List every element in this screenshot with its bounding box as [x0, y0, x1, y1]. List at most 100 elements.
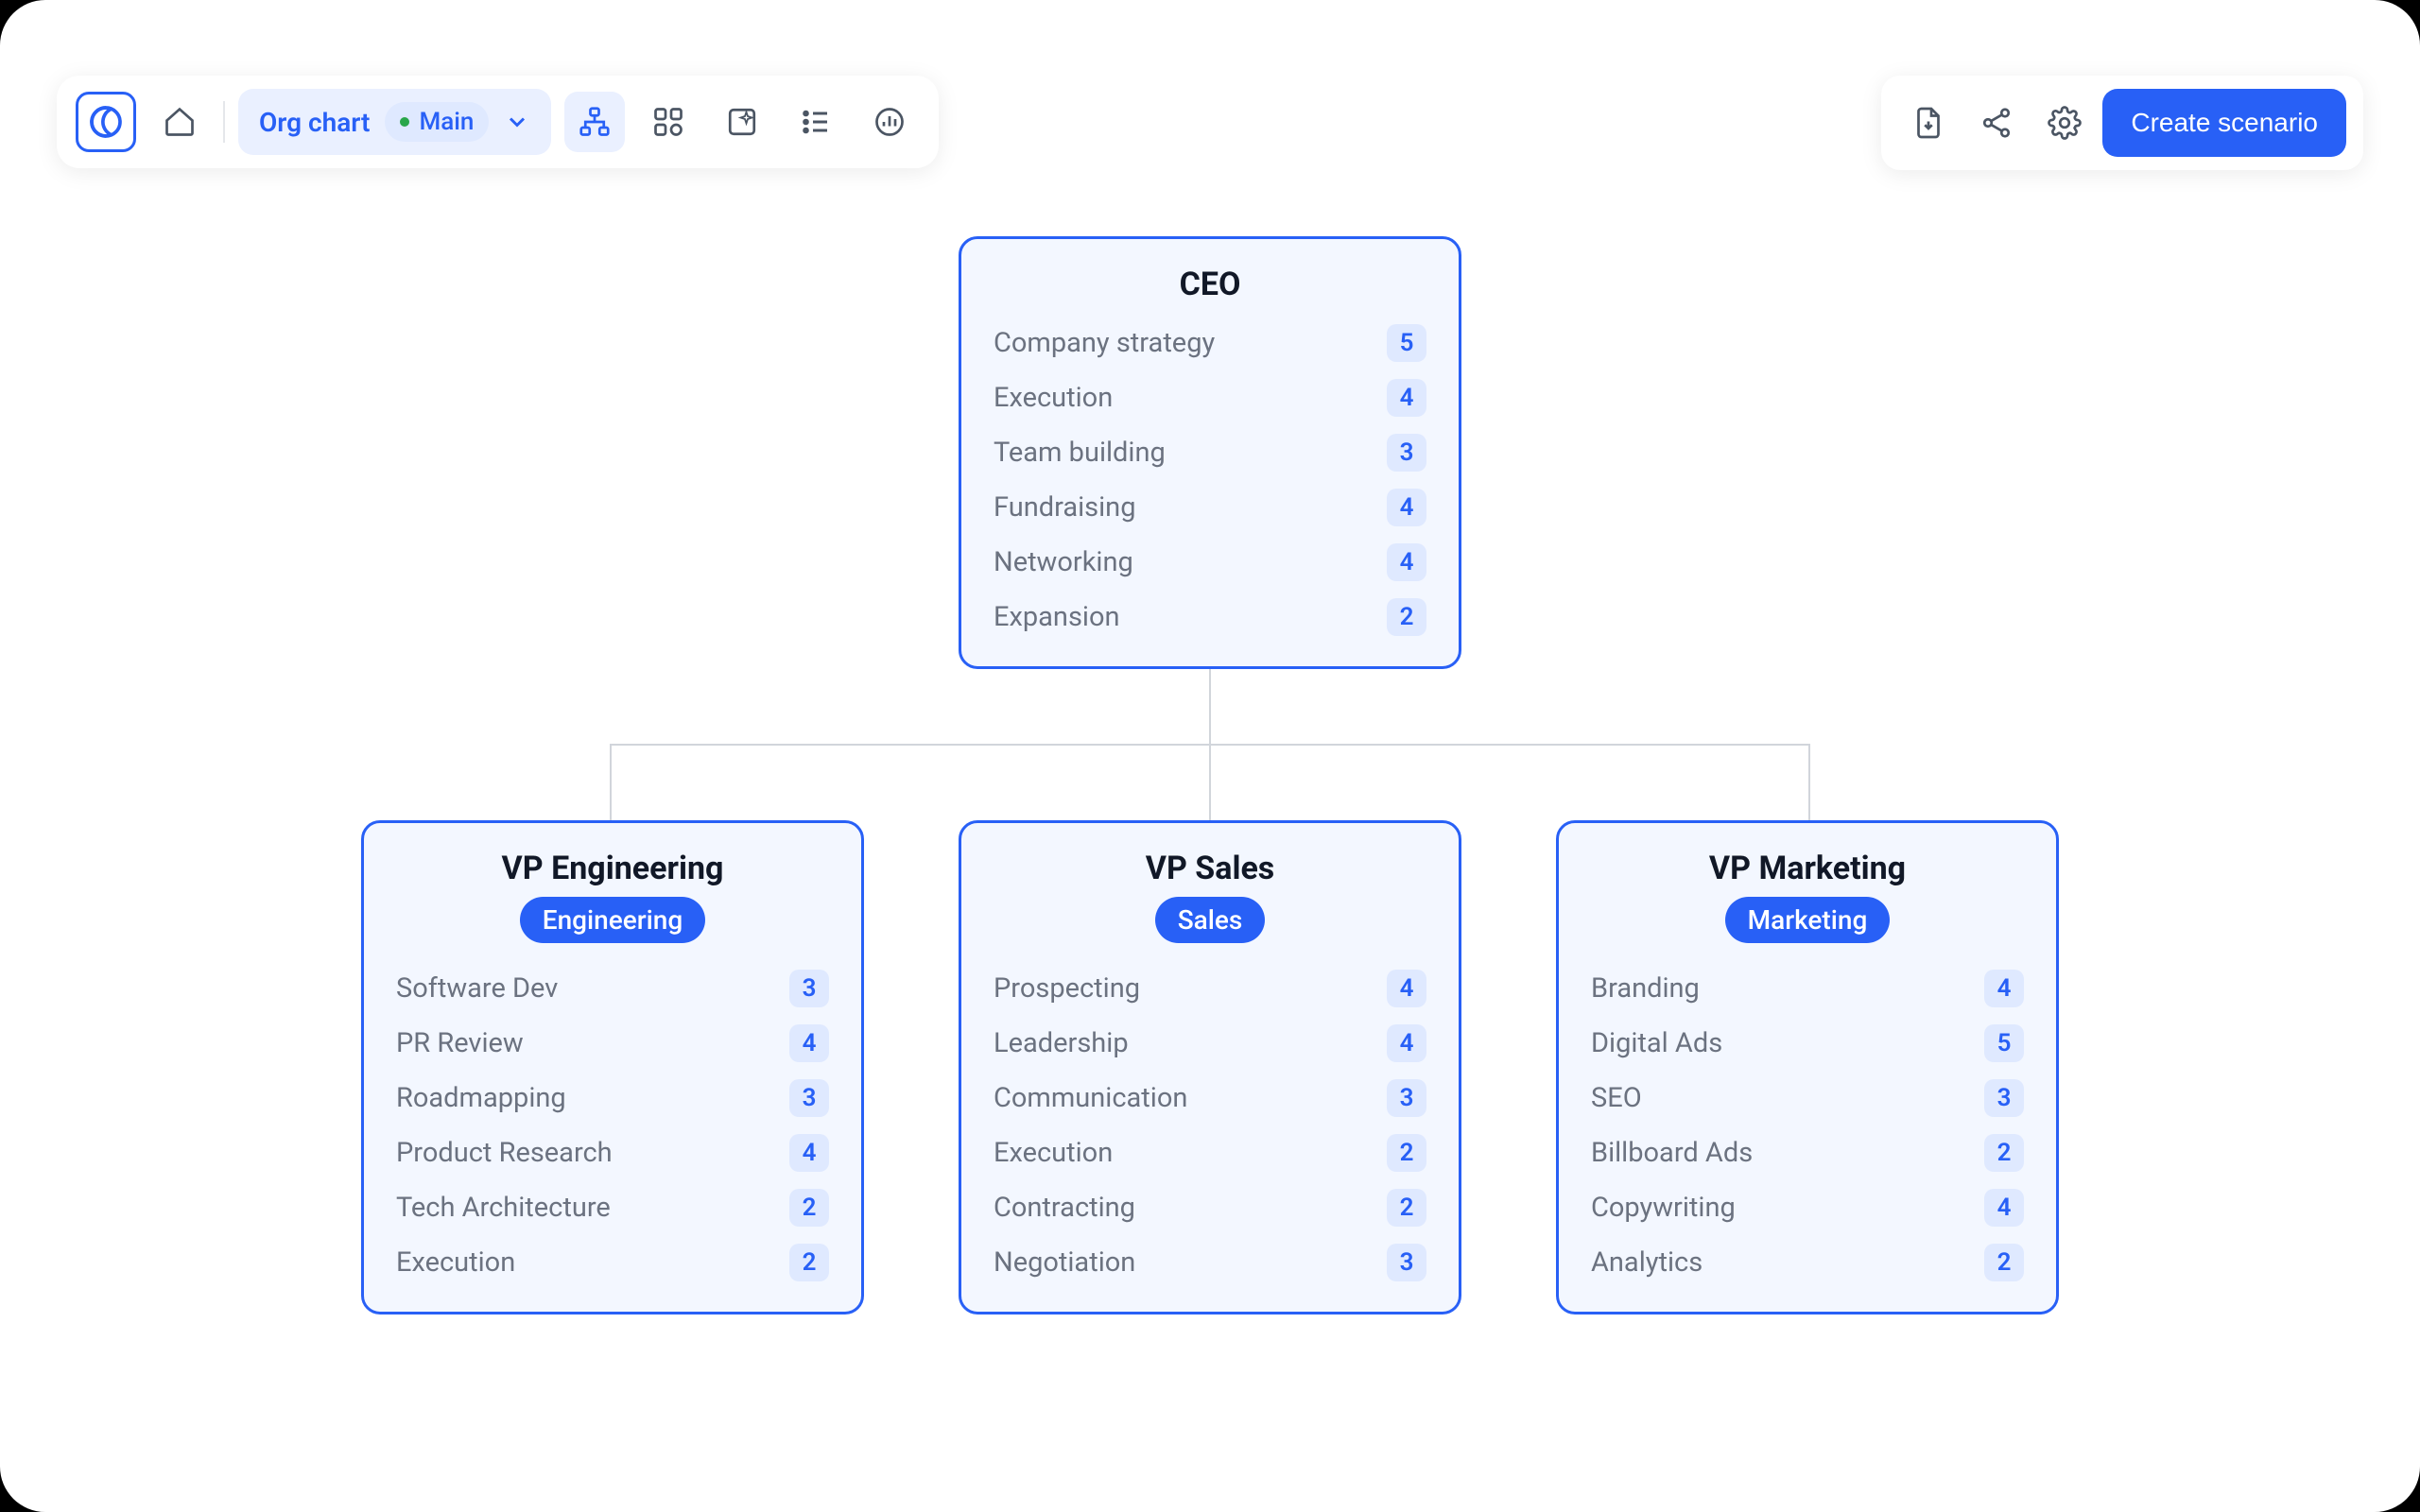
skill-row: Digital Ads5: [1591, 1024, 2024, 1062]
logo-icon: [87, 103, 125, 141]
grid-view-button[interactable]: [638, 92, 699, 152]
skill-score: 3: [1387, 1079, 1426, 1117]
scenario-badge: Main: [385, 102, 489, 142]
dept-badge: Sales: [1155, 897, 1266, 943]
org-chart-canvas: CEO Company strategy 5 Execution 4 Team buil…: [321, 236, 2099, 1314]
skill-score: 2: [1984, 1244, 2024, 1281]
skill-row: Software Dev3: [396, 970, 829, 1007]
skill-label: Company strategy: [994, 327, 1215, 359]
skill-score: 4: [789, 1134, 829, 1172]
ceo-row: CEO Company strategy 5 Execution 4 Team buil…: [321, 236, 2099, 669]
download-button[interactable]: [1898, 93, 1959, 153]
skill-row: Copywriting 4: [1591, 1189, 2024, 1227]
dept-badge: Engineering: [520, 897, 706, 943]
settings-button[interactable]: [2034, 93, 2095, 153]
node-dept: Sales: [994, 897, 1426, 943]
skill-row: Execution 2: [994, 1134, 1426, 1172]
skill-score: 2: [789, 1244, 829, 1281]
skill-score: 4: [789, 1024, 829, 1062]
grid-icon: [651, 105, 685, 139]
skill-label: SEO: [1591, 1082, 1642, 1114]
skill-row: Leadership 4: [994, 1024, 1426, 1062]
sparkle-view-button[interactable]: [712, 92, 772, 152]
node-title: CEO: [994, 266, 1426, 303]
org-node-marketing[interactable]: VP Marketing Marketing Branding 4 Digital Ad…: [1556, 820, 2059, 1314]
skill-score: 4: [1984, 1189, 2024, 1227]
skill-label: Analytics: [1591, 1246, 1703, 1279]
skill-score: 4: [1387, 970, 1426, 1007]
dept-badge: Marketing: [1725, 897, 1891, 943]
org-node-sales[interactable]: VP SalesSalesProspecting4Leadership4Comm…: [959, 820, 1461, 1314]
home-icon: [163, 105, 197, 139]
org-node-ceo[interactable]: CEO Company strategy 5 Execution 4 Team buil…: [959, 236, 1461, 669]
logo-button[interactable]: [76, 92, 136, 152]
skill-label: Fundraising: [994, 491, 1135, 524]
skill-score: 2: [1387, 1189, 1426, 1227]
skill-label: Prospecting: [994, 972, 1140, 1005]
analytics-view-button[interactable]: [859, 92, 920, 152]
create-scenario-button[interactable]: Create scenario: [2102, 89, 2346, 157]
skill-list: Company strategy 5 Execution 4 Team building…: [994, 324, 1426, 636]
share-button[interactable]: [1966, 93, 2027, 153]
skill-row: Negotiation3: [994, 1244, 1426, 1281]
connectors: [321, 669, 2099, 820]
skill-label: Copywriting: [1591, 1192, 1736, 1224]
skill-row: Execution 2: [396, 1244, 829, 1281]
skill-label: Expansion: [994, 601, 1120, 633]
skill-row: Tech Architecture2: [396, 1189, 829, 1227]
node-title: VP Marketing: [1591, 850, 2024, 887]
skill-score: 3: [789, 1079, 829, 1117]
skill-row: Branding 4: [1591, 970, 2024, 1007]
skill-label: Roadmapping: [396, 1082, 566, 1114]
skill-row: Communication 3: [994, 1079, 1426, 1117]
skill-row: Roadmapping 3: [396, 1079, 829, 1117]
skill-row: Product Research 4: [396, 1134, 829, 1172]
skill-score: 4: [1984, 970, 2024, 1007]
skill-label: Execution: [994, 1137, 1113, 1169]
list-icon: [799, 105, 833, 139]
hierarchy-view-button[interactable]: [564, 92, 625, 152]
node-dept: Engineering: [396, 897, 829, 943]
skill-label: Execution: [396, 1246, 515, 1279]
org-chart-selector[interactable]: Org chart Main: [238, 89, 551, 155]
skill-row: Networking4: [994, 543, 1426, 581]
skill-score: 4: [1387, 489, 1426, 526]
skill-label: Networking: [994, 546, 1133, 578]
skill-row: Analytics 2: [1591, 1244, 2024, 1281]
skill-row: Prospecting 4: [994, 970, 1426, 1007]
node-dept: Marketing: [1591, 897, 2024, 943]
app-frame: Org chart Main: [0, 0, 2420, 1512]
skill-label: PR Review: [396, 1027, 524, 1059]
skill-score: 5: [1984, 1024, 2024, 1062]
skill-score: 2: [1387, 1134, 1426, 1172]
skill-row: Contracting 2: [994, 1189, 1426, 1227]
home-button[interactable]: [149, 92, 210, 152]
sparkle-icon: [725, 105, 759, 139]
skill-row: Billboard Ads2: [1591, 1134, 2024, 1172]
skill-list: Software Dev3 PR Review 4 Roadmapping 3 Produ…: [396, 970, 829, 1281]
gear-icon: [2048, 106, 2082, 140]
skill-score: 5: [1387, 324, 1426, 362]
org-chart-label: Org chart: [259, 107, 370, 138]
skill-row: SEO 3: [1591, 1079, 2024, 1117]
list-view-button[interactable]: [786, 92, 846, 152]
skill-score: 4: [1387, 1024, 1426, 1062]
skill-label: Software Dev: [396, 972, 558, 1005]
skill-score: 4: [1387, 379, 1426, 417]
skill-row: Expansion 2: [994, 598, 1426, 636]
skill-label: Leadership: [994, 1027, 1129, 1059]
skill-label: Execution: [994, 382, 1113, 414]
skill-row: Execution 4: [994, 379, 1426, 417]
org-node-engineering[interactable]: VP EngineeringEngineeringSoftware Dev3PR…: [361, 820, 864, 1314]
skill-label: Communication: [994, 1082, 1187, 1114]
top-right-toolbar: Create scenario: [1881, 76, 2363, 170]
skill-label: Product Research: [396, 1137, 613, 1169]
skill-label: Team building: [994, 437, 1166, 469]
skill-score: 2: [1387, 598, 1426, 636]
skill-label: Branding: [1591, 972, 1700, 1005]
skill-score: 3: [1984, 1079, 2024, 1117]
top-left-toolbar: Org chart Main: [57, 76, 939, 168]
skill-row: Team building3: [994, 434, 1426, 472]
skill-label: Contracting: [994, 1192, 1135, 1224]
skill-list: Branding 4 Digital Ads5 SEO 3 Billboard Ads2 C…: [1591, 970, 2024, 1281]
